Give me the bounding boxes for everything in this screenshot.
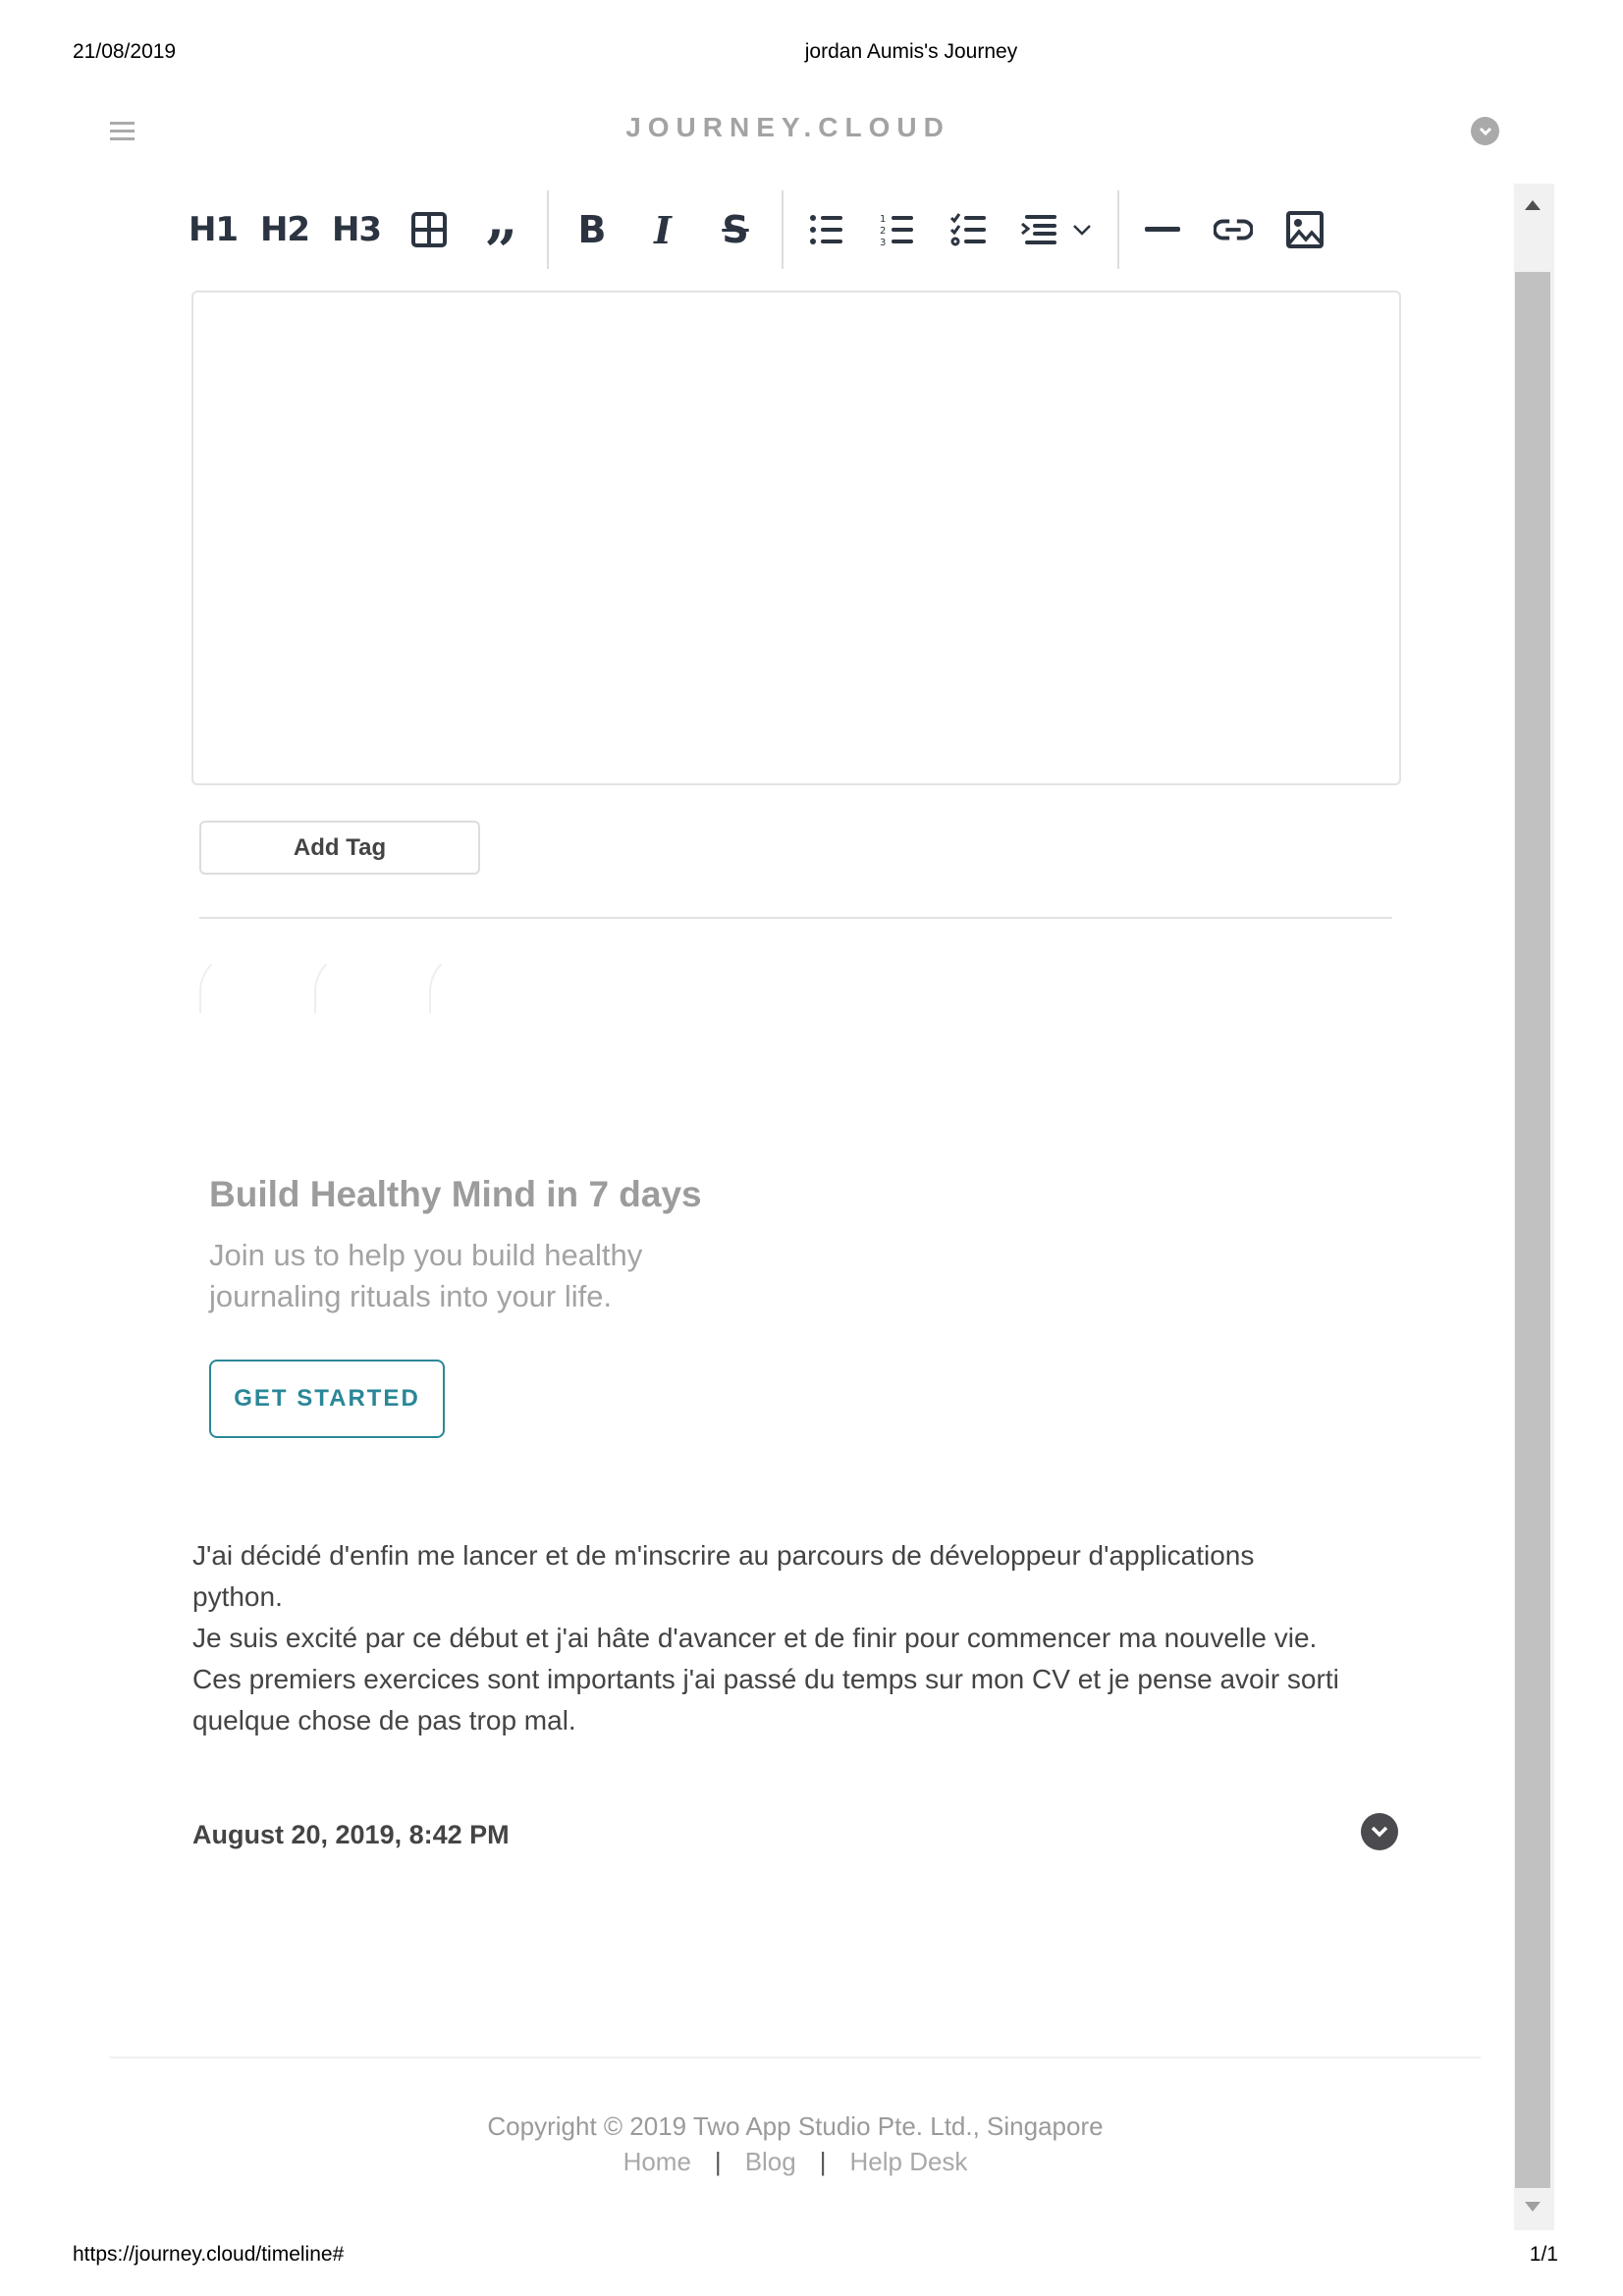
print-page-number: 1/1 <box>1529 2243 1558 2266</box>
logo[interactable]: JOURNEY.CLOUD <box>0 112 1576 143</box>
horizontal-rule-icon[interactable] <box>1143 206 1182 253</box>
entry-line: Je suis excité par ce début et j'ai hâte… <box>192 1623 1318 1653</box>
strikethrough-icon[interactable]: S <box>716 206 755 253</box>
scroll-down-arrow-icon[interactable] <box>1525 2202 1541 2212</box>
toolbar-separator <box>1117 190 1119 269</box>
svg-text:2: 2 <box>880 226 886 237</box>
link-icon[interactable] <box>1214 206 1253 253</box>
bullet-list-icon[interactable] <box>807 206 846 253</box>
placeholder-avatar <box>199 952 309 1013</box>
get-started-button[interactable]: GET STARTED <box>209 1360 445 1438</box>
image-icon[interactable] <box>1285 206 1325 253</box>
bold-icon[interactable]: B <box>572 206 612 253</box>
toolbar-separator <box>547 190 549 269</box>
copyright: Copyright © 2019 Two App Studio Pte. Ltd… <box>487 2111 1104 2141</box>
journal-entry-text: J'ai décidé d'enfin me lancer et de m'in… <box>192 1535 1410 1741</box>
footer-separator: | <box>819 2147 827 2176</box>
footer-separator: | <box>714 2147 722 2176</box>
entry-date: August 20, 2019, 8:42 PM <box>192 1820 510 1849</box>
toolbar-separator <box>782 190 784 269</box>
placeholder-avatar <box>314 952 424 1013</box>
quote-icon[interactable]: ” <box>481 206 520 285</box>
table-icon[interactable] <box>409 206 449 253</box>
editor-textarea[interactable] <box>191 291 1401 785</box>
svg-text:3: 3 <box>880 238 886 246</box>
checklist-icon[interactable] <box>949 206 989 253</box>
italic-icon[interactable]: I <box>643 206 682 253</box>
heading-1-button[interactable]: H1 <box>189 206 239 253</box>
print-url: https://journey.cloud/timeline# <box>73 2243 345 2266</box>
footer-links: Home | Blog | Help Desk <box>0 2147 1591 2177</box>
print-title: jordan Aumis's Journey <box>804 40 1018 63</box>
entry-line: Ces premiers exercices sont importants j… <box>192 1664 1339 1694</box>
chevron-down-circle-icon[interactable] <box>1471 117 1499 145</box>
entry-line: quelque chose de pas trop mal. <box>192 1705 576 1735</box>
chevron-down-icon[interactable] <box>1070 206 1094 253</box>
promo-subtitle-line: Join us to help you build healthy <box>209 1238 643 1272</box>
placeholder-avatar <box>429 952 539 1013</box>
svg-text:1: 1 <box>880 214 886 225</box>
heading-2-button[interactable]: H2 <box>260 206 310 253</box>
footer-link-blog[interactable]: Blog <box>745 2147 796 2176</box>
footer-link-home[interactable]: Home <box>623 2147 691 2176</box>
heading-3-button[interactable]: H3 <box>332 206 382 253</box>
promo-subtitle: Join us to help you build healthy journa… <box>209 1235 642 1317</box>
footer-divider <box>110 2056 1481 2058</box>
promo-title: Build Healthy Mind in 7 days <box>209 1174 702 1214</box>
scrollbar-thumb[interactable] <box>1515 272 1550 2188</box>
entry-line: J'ai décidé d'enfin me lancer et de m'in… <box>192 1540 1255 1571</box>
divider <box>199 917 1392 919</box>
indent-icon[interactable] <box>1020 206 1059 253</box>
entry-line: python. <box>192 1581 283 1612</box>
scroll-up-arrow-icon[interactable] <box>1525 200 1541 210</box>
add-tag-button[interactable]: Add Tag <box>199 821 480 875</box>
numbered-list-icon[interactable]: 123 <box>878 206 917 253</box>
promo-subtitle-line: journaling rituals into your life. <box>209 1279 613 1313</box>
entry-options-chevron-icon[interactable] <box>1361 1813 1398 1850</box>
footer-link-help-desk[interactable]: Help Desk <box>850 2147 968 2176</box>
